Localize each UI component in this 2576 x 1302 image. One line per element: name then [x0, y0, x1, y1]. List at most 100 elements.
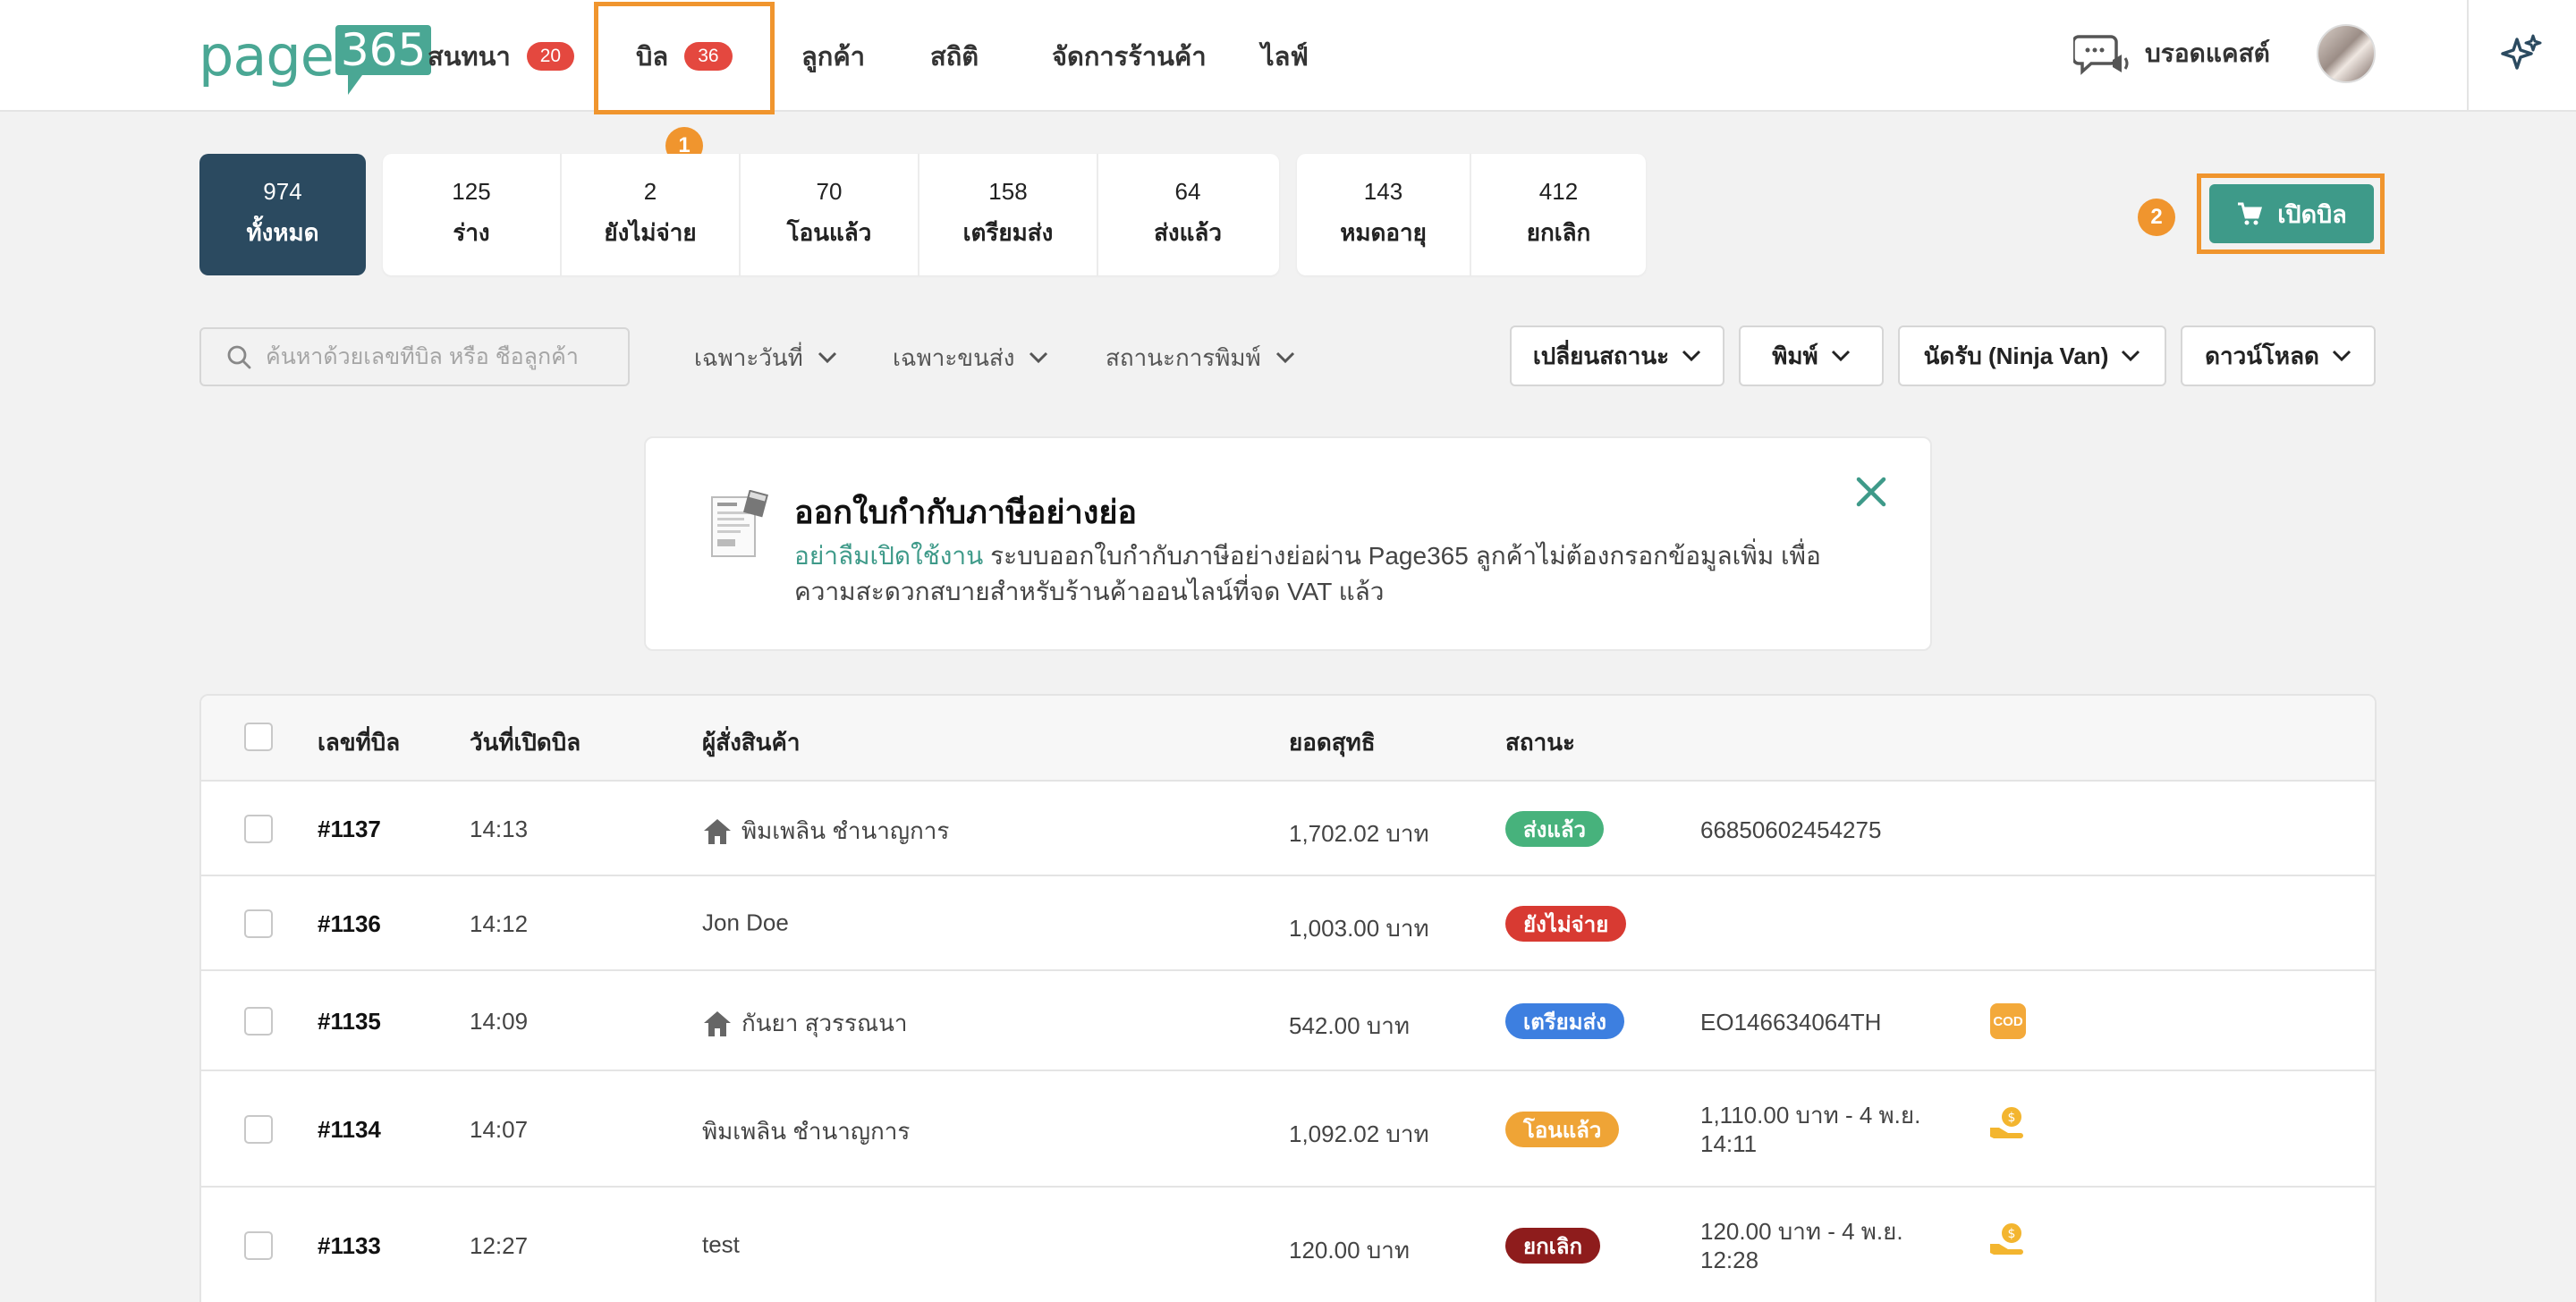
summary-count: 143	[1363, 178, 1403, 205]
summary-all-label: ทั้งหมด	[246, 219, 319, 246]
status-badge: ยังไม่จ่าย	[1505, 906, 1627, 942]
summary-label: ยังไม่จ่าย	[604, 219, 697, 246]
sparkle-icon[interactable]	[2496, 30, 2546, 80]
change-status-button[interactable]: เปลี่ยนสถานะ	[1510, 326, 1724, 386]
logo-text: page	[199, 23, 335, 89]
customer-name[interactable]: พิมเพลิน ชำนาญการ	[702, 1113, 910, 1150]
select-all-checkbox[interactable]	[244, 723, 273, 751]
nav-customers[interactable]: ลูกค้า	[801, 36, 865, 77]
table-row[interactable]: #1136 14:12 Jon Doe 1,003.00 บาท ยังไม่จ่าย	[201, 876, 2375, 971]
summary-label: ยกเลิก	[1526, 219, 1591, 246]
bill-time: 14:12	[470, 910, 529, 937]
header-customer[interactable]: ผู้สั่งสินค้า	[702, 724, 800, 761]
broadcast-button[interactable]: บรอดแคสต์	[2073, 27, 2270, 80]
payment-coin-icon: $	[1990, 1222, 2023, 1255]
nav-live[interactable]: ไลฟ์	[1261, 36, 1309, 77]
filter-shipping-dropdown[interactable]: เฉพาะขนส่ง	[893, 333, 1048, 383]
summary-count: 125	[452, 178, 491, 205]
header-status[interactable]: สถานะ	[1505, 724, 1575, 761]
customer-name[interactable]: พิมเพลิน ชำนาญการ	[702, 813, 949, 850]
customer-name[interactable]: Jon Doe	[702, 908, 789, 937]
summary-label: หมดอายุ	[1340, 219, 1427, 246]
bill-number[interactable]: #1135	[318, 1008, 381, 1036]
pickup-label: นัดรับ (Ninja Van)	[1923, 342, 2109, 369]
table-header: เลขที่บิล วันที่เปิดบิล ผู้สั่งสินค้า ยอ…	[201, 696, 2375, 782]
bill-total: 1,003.00 บาท	[1289, 915, 1429, 942]
info-line: 66850602454275	[1700, 816, 1882, 843]
bill-number[interactable]: #1137	[318, 816, 381, 843]
nav-shop-management-label: จัดการร้านค้า	[1052, 43, 1207, 72]
summary-label: ส่งแล้ว	[1154, 219, 1222, 246]
filter-print-status-dropdown[interactable]: สถานะการพิมพ์	[1106, 333, 1295, 383]
customer-name-text: พิมเพลิน ชำนาญการ	[741, 817, 950, 844]
header-bill-no[interactable]: เลขที่บิล	[318, 724, 400, 761]
summary-card-preparing[interactable]: 158 เตรียมส่ง	[919, 154, 1098, 275]
table-row[interactable]: #1137 14:13 พิมเพลิน ชำนาญการ 1,702.02 บาท ส…	[201, 782, 2375, 876]
customer-name[interactable]: test	[702, 1230, 740, 1259]
row-checkbox[interactable]	[244, 1007, 273, 1036]
download-button[interactable]: ดาวน์โหลด	[2181, 326, 2376, 386]
summary-card-expired[interactable]: 143 หมดอายุ	[1297, 154, 1471, 275]
summary-label: ร่าง	[453, 219, 490, 246]
broadcast-icon	[2073, 35, 2129, 75]
customer-name[interactable]: กันยา สุวรรณนา	[702, 1005, 907, 1042]
open-bill-button[interactable]: เปิดบิล	[2209, 184, 2374, 243]
bill-number[interactable]: #1134	[318, 1116, 381, 1144]
svg-text:$: $	[2008, 1111, 2016, 1125]
download-label: ดาวน์โหลด	[2205, 342, 2319, 369]
bill-time: 14:07	[470, 1116, 529, 1143]
status-badge: ยกเลิก	[1505, 1228, 1601, 1264]
bill-number[interactable]: #1133	[318, 1232, 381, 1260]
summary-count: 412	[1538, 178, 1579, 205]
banner-title: ออกใบกำกับภาษีอย่างย่อ	[794, 494, 1138, 530]
chevron-down-icon	[2122, 350, 2140, 362]
summary-count: 70	[816, 178, 843, 205]
cod-icon: COD	[1990, 1003, 2026, 1039]
summary-label: เตรียมส่ง	[962, 219, 1054, 246]
nav-chat[interactable]: สนทนา 20	[428, 36, 575, 77]
table-row[interactable]: #1134 14:07 พิมเพลิน ชำนาญการ 1,092.02 บาท โ…	[201, 1071, 2375, 1188]
table-row[interactable]: #1135 14:09 กันยา สุวรรณนา 542.00 บาท เตรียม…	[201, 971, 2375, 1071]
filter-shipping-label: เฉพาะขนส่ง	[893, 343, 1015, 371]
row-checkbox[interactable]	[244, 1231, 273, 1260]
filter-date-label: เฉพาะวันที่	[694, 343, 803, 371]
bill-total: 542.00 บาท	[1289, 1012, 1410, 1039]
open-bill-label: เปิดบิล	[2277, 200, 2347, 228]
summary-card-cancelled[interactable]: 412 ยกเลิก	[1471, 154, 1646, 275]
page365-logo[interactable]: page 365	[199, 23, 432, 98]
header-date[interactable]: วันที่เปิดบิล	[470, 724, 580, 761]
tracking-or-payment-info: EO146634064TH	[1700, 1008, 1881, 1036]
close-icon[interactable]	[1850, 470, 1893, 513]
summary-status-group: 125 ร่าง 2 ยังไม่จ่าย 70 โอนแล้ว 158 เตร…	[383, 154, 1279, 275]
row-checkbox[interactable]	[244, 1115, 273, 1144]
status-badge: เตรียมส่ง	[1505, 1003, 1624, 1039]
header-total[interactable]: ยอดสุทธิ	[1289, 724, 1376, 761]
status-badge: โอนแล้ว	[1505, 1112, 1620, 1147]
pickup-ninja-van-button[interactable]: นัดรับ (Ninja Van)	[1898, 326, 2166, 386]
summary-card-shipped[interactable]: 64 ส่งแล้ว	[1098, 154, 1277, 275]
summary-card-draft[interactable]: 125 ร่าง	[383, 154, 562, 275]
bill-number[interactable]: #1136	[318, 910, 381, 938]
user-avatar[interactable]	[2317, 24, 2376, 83]
bill-total: 1,702.02 บาท	[1289, 820, 1429, 847]
search-input[interactable]	[266, 343, 623, 370]
summary-card-unpaid[interactable]: 2 ยังไม่จ่าย	[562, 154, 741, 275]
print-button[interactable]: พิมพ์	[1739, 326, 1884, 386]
filter-date-dropdown[interactable]: เฉพาะวันที่	[694, 333, 837, 383]
info-line-2: 12:28	[1700, 1247, 1759, 1273]
bills-table: เลขที่บิล วันที่เปิดบิล ผู้สั่งสินค้า ยอ…	[199, 694, 2377, 1302]
navbar-divider	[2467, 0, 2469, 112]
row-checkbox[interactable]	[244, 909, 273, 938]
nav-stats[interactable]: สถิติ	[930, 36, 979, 77]
row-checkbox[interactable]	[244, 815, 273, 843]
summary-card-transferred[interactable]: 70 โอนแล้ว	[741, 154, 919, 275]
chevron-down-icon	[1682, 350, 1701, 362]
table-row[interactable]: #1133 12:27 test 120.00 บาท ยกเลิก 120.00 บาท…	[201, 1188, 2375, 1302]
summary-card-all[interactable]: 974 ทั้งหมด	[199, 154, 366, 275]
receipt-icon	[711, 490, 768, 557]
nav-customers-label: ลูกค้า	[801, 43, 866, 72]
search-box[interactable]	[199, 327, 630, 386]
tutorial-highlight-bills	[594, 2, 775, 114]
banner-enable-link[interactable]: อย่าลืมเปิดใช้งาน	[794, 542, 983, 570]
nav-shop-management[interactable]: จัดการร้านค้า	[1052, 36, 1207, 77]
